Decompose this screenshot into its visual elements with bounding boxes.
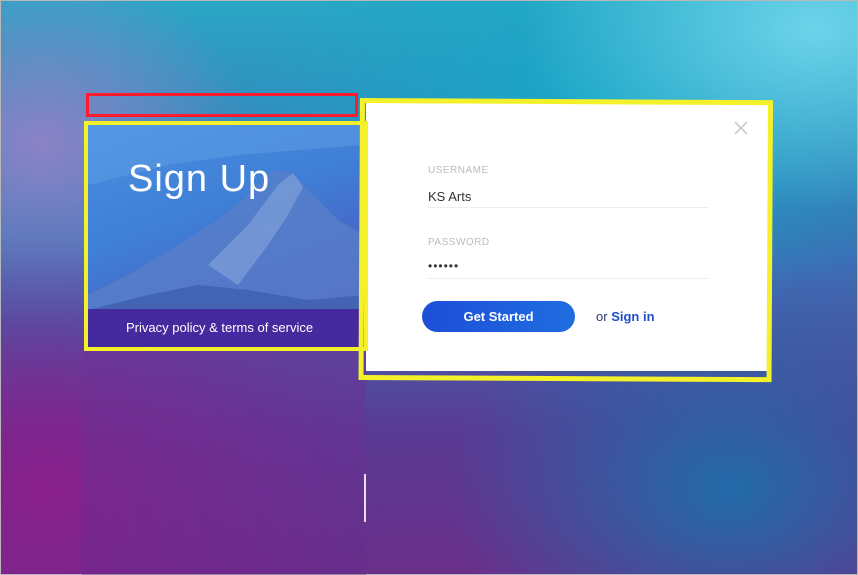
highlight-box-yellow-left [84,121,368,351]
annotation-line [364,474,366,522]
highlight-box-red [86,93,358,117]
highlight-box-yellow-right [358,98,773,383]
background-pillar [82,348,366,575]
